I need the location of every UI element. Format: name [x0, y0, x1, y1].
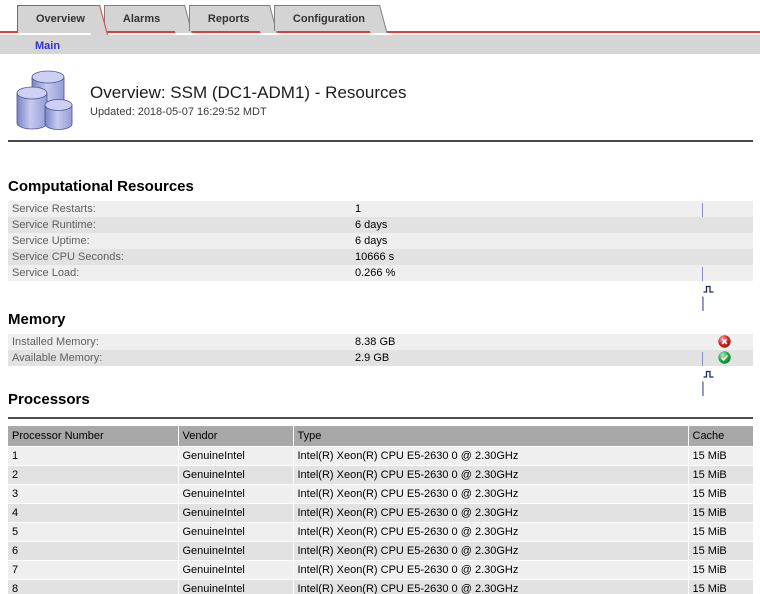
col-header-processor-number: Processor Number	[8, 426, 178, 446]
row-value: 6 days	[355, 217, 387, 233]
cell-processor-number: 1	[8, 446, 178, 465]
table-row: 5 GenuineIntel Intel(R) Xeon(R) CPU E5-2…	[8, 522, 753, 541]
cell-vendor: GenuineIntel	[178, 579, 293, 594]
cell-vendor: GenuineIntel	[178, 522, 293, 541]
tab-alarms[interactable]: Alarms	[104, 5, 176, 31]
page-title: Overview: SSM (DC1-ADM1) - Resources	[90, 83, 406, 103]
cell-vendor: GenuineIntel	[178, 560, 293, 579]
cell-processor-number: 6	[8, 541, 178, 560]
row-label: Service Runtime:	[8, 217, 355, 233]
step-chart-icon[interactable]	[702, 267, 716, 310]
row-label: Service CPU Seconds:	[8, 249, 355, 265]
row-label: Service Uptime:	[8, 233, 355, 249]
section-title-computational: Computational Resources	[8, 178, 753, 195]
tab-bar: Overview Alarms Reports Configuration	[0, 0, 760, 33]
row-service-load: Service Load: 0.266 %	[8, 265, 753, 281]
row-value: 0.266 %	[355, 265, 395, 281]
cell-vendor: GenuineIntel	[178, 541, 293, 560]
updated-timestamp: Updated: 2018-05-07 16:29:52 MDT	[90, 106, 406, 118]
cell-type: Intel(R) Xeon(R) CPU E5-2630 0 @ 2.30GHz	[293, 579, 688, 594]
processors-table: Processor Number Vendor Type Cache 1 Gen…	[8, 426, 753, 594]
row-value: 8.38 GB	[355, 334, 395, 350]
row-label: Available Memory:	[8, 350, 355, 366]
row-installed-memory: Installed Memory: 8.38 GB	[8, 334, 753, 350]
cell-vendor: GenuineIntel	[178, 465, 293, 484]
error-icon	[718, 335, 732, 348]
cell-vendor: GenuineIntel	[178, 446, 293, 465]
cell-processor-number: 8	[8, 579, 178, 594]
cell-type: Intel(R) Xeon(R) CPU E5-2630 0 @ 2.30GHz	[293, 484, 688, 503]
table-row: 4 GenuineIntel Intel(R) Xeon(R) CPU E5-2…	[8, 503, 753, 522]
tab-reports-label: Reports	[208, 13, 250, 25]
row-label: Service Load:	[8, 265, 355, 281]
tab-overview-label: Overview	[36, 13, 85, 25]
cell-cache: 15 MiB	[688, 484, 753, 503]
computational-rows: Service Restarts: 1 Service Runtime: 6 d…	[8, 201, 753, 281]
breadcrumb-bar: Main	[0, 35, 760, 54]
table-row: 1 GenuineIntel Intel(R) Xeon(R) CPU E5-2…	[8, 446, 753, 465]
table-row: 8 GenuineIntel Intel(R) Xeon(R) CPU E5-2…	[8, 579, 753, 594]
col-header-vendor: Vendor	[178, 426, 293, 446]
page-header: Overview: SSM (DC1-ADM1) - Resources Upd…	[0, 54, 760, 140]
row-value: 6 days	[355, 233, 387, 249]
cell-type: Intel(R) Xeon(R) CPU E5-2630 0 @ 2.30GHz	[293, 522, 688, 541]
header-divider	[8, 140, 753, 142]
cell-cache: 15 MiB	[688, 503, 753, 522]
section-title-processors: Processors	[8, 391, 753, 408]
processors-header-row: Processor Number Vendor Type Cache	[8, 426, 753, 446]
cell-processor-number: 2	[8, 465, 178, 484]
table-row: 3 GenuineIntel Intel(R) Xeon(R) CPU E5-2…	[8, 484, 753, 503]
cell-vendor: GenuineIntel	[178, 484, 293, 503]
tab-configuration[interactable]: Configuration	[274, 5, 371, 31]
cell-type: Intel(R) Xeon(R) CPU E5-2630 0 @ 2.30GHz	[293, 560, 688, 579]
row-value: 2.9 GB	[355, 350, 389, 366]
row-value: 1	[355, 201, 361, 217]
tab-configuration-label: Configuration	[293, 13, 365, 25]
row-service-uptime: Service Uptime: 6 days	[8, 233, 753, 249]
cell-cache: 15 MiB	[688, 522, 753, 541]
row-service-restarts: Service Restarts: 1	[8, 201, 753, 217]
row-label: Service Restarts:	[8, 201, 355, 217]
cell-type: Intel(R) Xeon(R) CPU E5-2630 0 @ 2.30GHz	[293, 465, 688, 484]
cell-cache: 15 MiB	[688, 579, 753, 594]
col-header-type: Type	[293, 426, 688, 446]
cell-processor-number: 3	[8, 484, 178, 503]
cell-cache: 15 MiB	[688, 560, 753, 579]
cell-cache: 15 MiB	[688, 541, 753, 560]
tab-reports[interactable]: Reports	[189, 5, 261, 31]
col-header-cache: Cache	[688, 426, 753, 446]
cell-processor-number: 5	[8, 522, 178, 541]
cell-type: Intel(R) Xeon(R) CPU E5-2630 0 @ 2.30GHz	[293, 503, 688, 522]
breadcrumb-main-link[interactable]: Main	[35, 40, 60, 52]
processors-divider	[8, 417, 753, 419]
table-row: 2 GenuineIntel Intel(R) Xeon(R) CPU E5-2…	[8, 465, 753, 484]
memory-rows: Installed Memory: 8.38 GB Available Memo…	[8, 334, 753, 366]
step-chart-icon[interactable]	[702, 352, 716, 395]
table-row: 7 GenuineIntel Intel(R) Xeon(R) CPU E5-2…	[8, 560, 753, 579]
row-service-cpu-seconds: Service CPU Seconds: 10666 s	[8, 249, 753, 265]
table-row: 6 GenuineIntel Intel(R) Xeon(R) CPU E5-2…	[8, 541, 753, 560]
row-available-memory: Available Memory: 2.9 GB	[8, 350, 753, 366]
row-service-runtime: Service Runtime: 6 days	[8, 217, 753, 233]
cell-type: Intel(R) Xeon(R) CPU E5-2630 0 @ 2.30GHz	[293, 541, 688, 560]
cell-processor-number: 7	[8, 560, 178, 579]
cell-cache: 15 MiB	[688, 446, 753, 465]
tab-alarms-label: Alarms	[123, 13, 160, 25]
tab-overview[interactable]: Overview	[17, 5, 91, 33]
cell-processor-number: 4	[8, 503, 178, 522]
cell-vendor: GenuineIntel	[178, 503, 293, 522]
ok-icon	[718, 351, 732, 364]
cell-type: Intel(R) Xeon(R) CPU E5-2630 0 @ 2.30GHz	[293, 446, 688, 465]
cell-cache: 15 MiB	[688, 465, 753, 484]
section-title-memory: Memory	[8, 311, 753, 328]
storage-cylinders-icon	[10, 65, 80, 133]
row-label: Installed Memory:	[8, 334, 355, 350]
row-value: 10666 s	[355, 249, 394, 265]
